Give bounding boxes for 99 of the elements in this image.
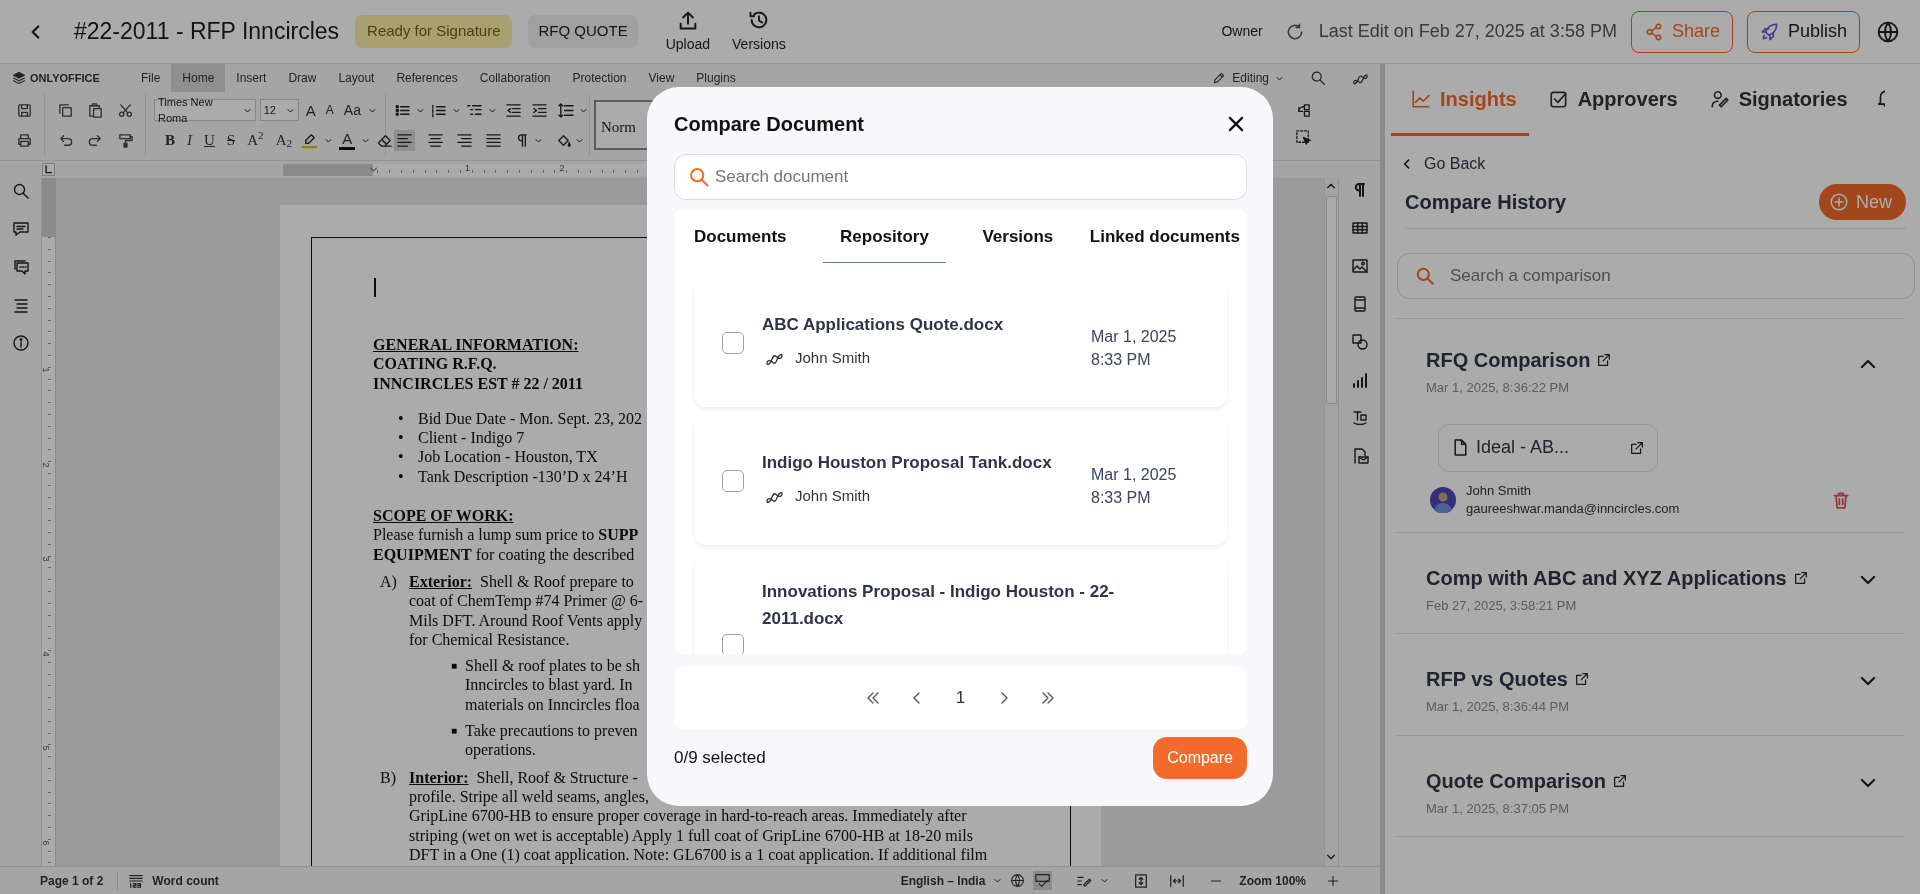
list-item-text: Shell & roof plates to be sh Inncircles to blast yard. In materials on Inncircles floa <box>465 656 641 715</box>
paragraph: Exterior: Shell & Roof prepare to coat of ChemTemp #74 Primer @ 6- Mils DFT. Around Roof Vents apply for Chemical Resistance. <box>409 571 643 650</box>
document-date: Mar 1, 2025 8:33 PM <box>1091 327 1178 370</box>
comparison-title[interactable]: RFP vs Quotes <box>1426 664 1568 694</box>
bold-button[interactable]: B <box>162 132 178 148</box>
section-heading: SCOPE OF WORK: <box>373 506 514 526</box>
ruler-number: 1 <box>40 367 51 373</box>
dialog-tab[interactable]: Documents <box>694 224 787 263</box>
owner-name: John Smith <box>795 485 871 506</box>
dialog-tab[interactable]: Versions <box>982 224 1054 263</box>
selection-count: 0/9 selected <box>674 747 766 770</box>
publish-button[interactable]: Publish <box>1746 10 1860 53</box>
list-marker: B) <box>380 767 397 789</box>
paragraph: Please furnish a lump sum price to SUPP EQUIPMENT for coating the described <box>373 525 639 564</box>
comparison-title[interactable]: Comp with ABC and XYZ Applications <box>1426 562 1787 593</box>
bullet-marker: • <box>398 466 405 487</box>
comparison-date: Mar 1, 2025, 8:36:22 PM <box>1426 379 1571 397</box>
underline-button[interactable]: U <box>201 132 218 148</box>
paragraph: Interior: Shell, Roof & Structure - profile. Stripe all weld seams, angles, GripLine 6700-HB to ensure proper coverage in hard-to-reach areas. Immediately after striping (wet on wet is acceptable) Apply 1 full coat of GripLine 6700-HB at 18-20 mils DFT in a One (1) coat application. Note: GL6700 is a 1 coat application. If additional film <box>409 767 988 865</box>
menu-tab[interactable]: Insert <box>225 64 278 92</box>
font-size-field[interactable]: 12 <box>259 99 299 121</box>
document-card[interactable]: ABC Applications Quote.docx John Smith Mar 1, 2025 8:33 PM <box>694 279 1227 407</box>
page-count: Page 1 of 2 <box>40 872 104 890</box>
menu-tab[interactable]: Draw <box>277 64 328 92</box>
change-case-button[interactable]: Aa <box>340 103 364 117</box>
author-email: gaureeshwar.manda@inncircles.com <box>1466 499 1680 518</box>
document-card[interactable]: Innovations Proposal - Indigo Houston - 22-2011.docx <box>694 555 1227 654</box>
author-name: John Smith <box>1466 481 1533 500</box>
menu-tab[interactable]: Protection <box>561 64 638 92</box>
brand-name: ONLYOFFICE <box>30 70 100 86</box>
document-date: Mar 1, 2025 8:33 PM <box>1091 465 1178 508</box>
upload-button[interactable]: Upload <box>665 8 711 55</box>
decrease-font-button[interactable]: A <box>322 104 337 116</box>
last-edit-text: Last Edit on Feb 27, 2025 at 3:58 PM <box>1318 20 1617 43</box>
ruler-number: 2 <box>40 462 51 467</box>
comparison-date: Mar 1, 2025, 8:37:05 PM <box>1426 799 1571 818</box>
comparison-title[interactable]: RFQ Comparison <box>1426 345 1591 375</box>
search-field[interactable]: Search document <box>674 154 1247 200</box>
page-number[interactable]: 1 <box>955 685 966 711</box>
comparison-title[interactable]: Quote Comparison <box>1426 765 1606 796</box>
list-item-text: Take precautions to preven operations. <box>465 721 638 760</box>
dialog-tab[interactable]: Repository <box>823 224 946 263</box>
menu-tab[interactable]: View <box>637 64 686 92</box>
document-card[interactable]: Indigo Houston Proposal Tank.docx John Smith Mar 1, 2025 8:33 PM <box>694 417 1227 545</box>
ruler-number: 6 <box>40 840 51 845</box>
word-count-button[interactable]: Word count <box>144 866 227 894</box>
bullet-marker: ■ <box>451 724 459 739</box>
status-badge: Ready for Signature <box>355 15 513 48</box>
ruler-number: 4 <box>40 651 51 656</box>
mode-dropdown[interactable]: Editing <box>1230 64 1271 92</box>
ruler-number: 3 <box>40 556 51 562</box>
section-heading: GENERAL INFORMATION: <box>373 335 579 355</box>
dialog-title: Compare Document <box>674 112 865 137</box>
type-badge: RFQ QUOTE <box>528 15 638 48</box>
menu-tab[interactable]: Layout <box>327 64 386 92</box>
list-item-text: Bid Due Date - Mon. Sept. 23, 202 <box>418 408 642 429</box>
list-marker: A) <box>380 571 398 593</box>
document-heading: INNCIRCLES EST # 22 / 2011 <box>373 373 583 393</box>
ruler-number: 2 <box>559 162 565 174</box>
italic-button[interactable]: I <box>184 132 195 148</box>
superscript-button[interactable]: A$^{2}$ <box>244 132 267 148</box>
language-button[interactable]: English – India <box>900 866 986 894</box>
list-item-text: Tank Description -130’D x 24’H <box>418 466 628 487</box>
bullet-marker: ■ <box>451 659 459 674</box>
menu-tab[interactable]: Collaboration <box>468 64 562 92</box>
document-heading: COATING R.F.Q. <box>373 354 497 374</box>
zoom-level: Zoom 100% <box>1239 872 1306 890</box>
comparison-date: Feb 27, 2025, 3:58:21 PM <box>1426 596 1578 615</box>
increase-font-button[interactable]: A <box>302 102 319 118</box>
go-back-link[interactable]: Go Back <box>1424 150 1486 178</box>
document-name: Indigo Houston Proposal Tank.docx <box>762 451 1053 474</box>
document-name: ABC Applications Quote.docx <box>762 313 1005 336</box>
search-field[interactable]: Search a comparison <box>1397 253 1915 299</box>
bullet-marker: • <box>398 428 405 448</box>
section-title: Compare History <box>1405 190 1567 215</box>
font-color-button[interactable]: A <box>339 130 356 150</box>
panel-tab[interactable]: Approvers <box>1528 64 1690 136</box>
menu-tab[interactable]: Plugins <box>685 64 747 92</box>
comparison-date: Mar 1, 2025, 8:36:44 PM <box>1426 698 1571 716</box>
list-item-text: Job Location - Houston, TX <box>418 447 598 467</box>
menu-tab[interactable]: Home <box>171 64 226 92</box>
ruler-number: 1 <box>465 162 470 174</box>
versions-button[interactable]: Versions <box>732 8 786 55</box>
role-label: Owner <box>1221 22 1263 41</box>
menu-tab[interactable]: References <box>385 64 469 92</box>
file-chip[interactable]: Ideal - AB... <box>1438 423 1658 472</box>
owner-name: John Smith <box>795 347 871 368</box>
font-name-field[interactable]: Times New Roma <box>154 99 256 121</box>
dialog-tab[interactable]: Linked documents <box>1089 224 1240 263</box>
strikethrough-button[interactable]: S <box>223 132 239 148</box>
bullet-marker: • <box>398 447 405 467</box>
document-name: Innovations Proposal - Indigo Houston - 22-2011.docx <box>762 580 1116 630</box>
ruler-number: 5 <box>40 745 51 751</box>
menu-tab[interactable]: File <box>130 64 172 92</box>
document-title: #22-2011 - RFP Inncircles <box>74 17 340 47</box>
panel-tab[interactable]: Signatories <box>1689 64 1860 136</box>
bullet-marker: • <box>398 408 405 429</box>
list-item-text: Client - Indigo 7 <box>418 428 525 448</box>
subscript-button[interactable]: A$_{2}$ <box>272 132 296 148</box>
